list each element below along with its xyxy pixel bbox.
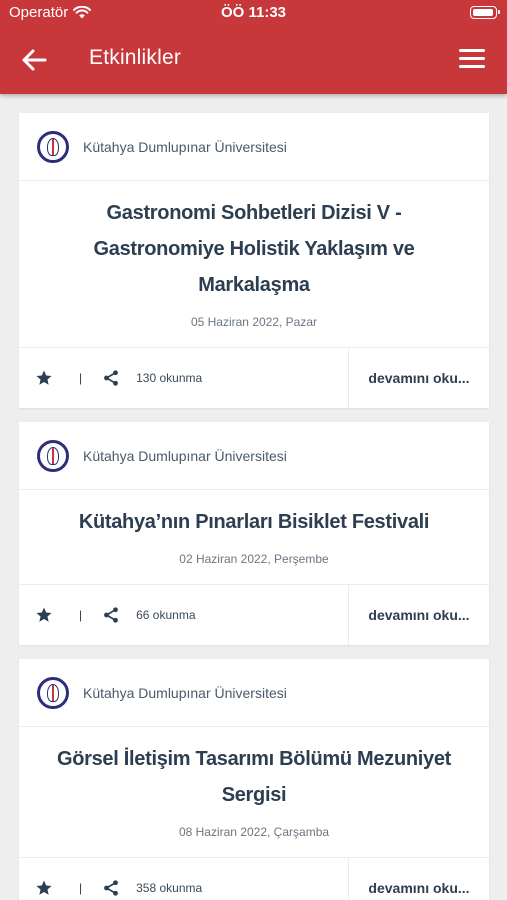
university-logo-icon [37,130,69,163]
share-icon[interactable] [102,606,120,624]
read-count: 66 okunma [136,608,196,622]
university-logo-icon [37,439,69,472]
card-body[interactable]: Görsel İletişim Tasarımı Bölümü Mezuniye… [19,727,489,857]
back-button[interactable] [20,46,52,74]
event-card: Kütahya Dumlupınar Üniversitesi Gastrono… [19,113,489,408]
menu-icon-line [459,65,485,68]
battery-icon [470,6,500,19]
card-body[interactable]: Kütahya’nın Pınarları Bisiklet Festivali… [19,490,489,584]
event-card: Kütahya Dumlupınar Üniversitesi Görsel İ… [19,659,489,900]
divider: | [79,371,83,385]
share-icon[interactable] [102,369,120,387]
event-date: 05 Haziran 2022, Pazar [190,315,318,329]
read-more-button[interactable]: devamını oku... [348,348,489,408]
read-count: 358 okunma [136,881,203,895]
read-more-button[interactable]: devamını oku... [348,858,489,900]
card-header: Kütahya Dumlupınar Üniversitesi [19,659,489,727]
organization-name: Kütahya Dumlupınar Üniversitesi [83,138,287,155]
event-title[interactable]: Görsel İletişim Tasarımı Bölümü Mezuniye… [43,741,465,813]
divider: | [79,608,83,622]
menu-icon-line [459,57,485,60]
card-actions: | 66 okunma [19,585,348,645]
event-card: Kütahya Dumlupınar Üniversitesi Kütahya’… [19,422,489,645]
card-footer: | 130 okunma devamını oku... [19,347,489,408]
top-bar: Operatör ÖÖ 11:33 Etkinlikler [0,0,507,94]
card-footer: | 358 okunma devamını oku... [19,857,489,900]
read-more-button[interactable]: devamını oku... [348,585,489,645]
status-bar: Operatör ÖÖ 11:33 [0,0,507,26]
page-title: Etkinlikler [89,46,182,69]
card-header: Kütahya Dumlupınar Üniversitesi [19,113,489,181]
event-title[interactable]: Gastronomi Sohbetleri Dizisi V - Gastron… [43,195,465,303]
arrow-left-icon [22,49,47,71]
card-footer: | 66 okunma devamını oku... [19,584,489,645]
event-date: 02 Haziran 2022, Perşembe [179,552,329,566]
star-icon[interactable] [35,879,53,897]
card-actions: | 130 okunma [19,348,348,408]
clock: ÖÖ 11:33 [220,4,287,21]
card-header: Kütahya Dumlupınar Üniversitesi [19,422,489,490]
university-logo-icon [37,676,69,709]
menu-icon-line [459,49,485,52]
card-actions: | 358 okunma [19,858,348,900]
organization-name: Kütahya Dumlupınar Üniversitesi [83,447,287,464]
event-date: 08 Haziran 2022, Çarşamba [178,825,330,839]
event-title[interactable]: Kütahya’nın Pınarları Bisiklet Festivali [43,504,465,540]
read-count: 130 okunma [136,371,203,385]
share-icon[interactable] [102,879,120,897]
menu-button[interactable] [459,49,485,71]
divider: | [79,881,83,895]
star-icon[interactable] [35,606,53,624]
event-list: Kütahya Dumlupınar Üniversitesi Gastrono… [19,113,489,900]
app-bar: Etkinlikler [0,26,507,94]
star-icon[interactable] [35,369,53,387]
card-body[interactable]: Gastronomi Sohbetleri Dizisi V - Gastron… [19,181,489,347]
organization-name: Kütahya Dumlupınar Üniversitesi [83,684,287,701]
